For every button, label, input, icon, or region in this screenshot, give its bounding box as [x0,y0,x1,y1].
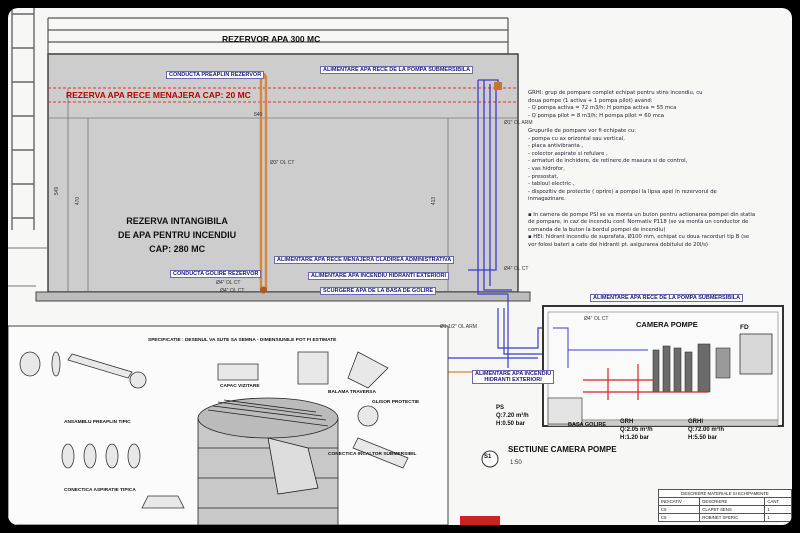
section-marker-label: S1 [484,454,492,460]
detail-glisor: GLISOR PROTECTIE [372,400,420,405]
note-line: - placa antivibranta , [528,143,584,150]
title-block-strip [460,516,500,525]
dim-h4: 470 [75,196,82,206]
note-line: - dispozitiv de protectie ( oprire) a po… [528,188,717,195]
note-line: GRHI: grup de pompare complet echipat pe… [528,90,703,96]
callout-hydrants-ext: ALIMENTARE APA INCENDIU HIDRANTI EXTERIO… [472,370,555,384]
pump-grhi: GRHI Q:72.00 m³/h H:5.50 bar [688,418,724,442]
table-cell: CLAPET SENS [699,505,766,514]
note-line: Grupurile de pompare vor fi echipate cu: [528,127,637,134]
drawing-svg [8,8,784,525]
note-line: - colector aspirate si refulare , [528,150,608,157]
materials-table: DESCRIERE MATERIALE SI ECHIPAMENTE INDIC… [657,489,792,522]
dim-d4: Ø4" OL CT [220,288,245,294]
pump-head-icon [494,82,502,90]
detail-preaplin: ANSAMBLU PREAPLIN TIPIC [64,420,131,425]
fire-reserve-label: REZERVA INTANGIBILA DE APA PENTRU INCEND… [118,214,236,256]
detail-aspirare: CONECTICA ASPIRATIE TIPICA [64,488,136,493]
callout-overflow-pipe: CONDUCTA PREAPLIN REZERVOR [166,71,265,79]
foundation-slab [35,291,531,302]
drawing-stage: REZERVOR APA 300 MC REZERVA APA RECE MEN… [0,0,800,533]
fire-reserve-line-3: CAP: 280 MC [149,244,206,254]
table-header: DESCRIERE MATERIALE SI ECHIPAMENTE [658,489,792,498]
callout-admin-building: ALIMENTARE APA RECE MENAJERA CLADIREA AD… [274,256,455,264]
note-line: - pompa cu ax orizontal sau vertical, [528,135,625,142]
grh-flow: Q:2.05 m³/h [620,427,653,433]
note-line: ▪ HEI: hidrant incendiu de suprafata, Ø1… [528,234,750,241]
specification-notes: GRHI: grup de pompare complet echipat pe… [528,90,755,249]
table-col-descriere: DESCRIERE [699,497,766,506]
pump-ps: PS Q:7.20 m³/h H:0.50 bar [496,404,529,428]
tank-illustration [197,397,339,525]
drain-basin [547,397,583,425]
ps-head: H:0.50 bar [496,421,526,427]
ps-name: PS [496,405,505,411]
callout-drain-pipe: CONDUCTA GOLIRE REZERVOR [170,270,262,278]
note-line: - vas hidrofor, [528,165,565,172]
detail-capac: CAPAC VIZITARE [220,384,260,389]
dim-d2: Ø3" OL CT [270,160,295,166]
dim-d6: Ø1 1/2" OL ARM [440,324,477,330]
callout-fire-hydrants: ALIMENTARE APA INCENDIU HIDRANTI EXTERIO… [308,272,450,280]
callout-drain-basin: SCURGERE APA DE LA BASA DE GOLIRE [320,287,437,295]
note-line: de pompare, in caz de incendiu conf. Nor… [528,219,749,226]
note-line: doua pompe (1 activa + 1 pompa pilot) av… [528,97,653,104]
hydrants-ext-line-2: HIDRANTI EXTERIORI [484,377,542,383]
note-line [528,120,755,128]
table-cell: ROBINET SFERIC [699,513,766,522]
section-title: SECTIUNE CAMERA POMPE [508,445,617,454]
grhi-head: H:5.50 bar [688,435,718,441]
table-cell: 1 [764,513,792,522]
note-line: vor folosi bateri a cate doi hidranti pt… [528,241,708,248]
callout-cold-water-submersible-2: ALIMENTARE APA RECE DE LA POMPA SUBMERSI… [590,294,744,302]
control-panel [739,333,773,375]
note-line: ▪ In camera de pompe PSI se va monta un … [528,211,756,218]
grh-name: GRH [620,419,634,425]
access-ladder [11,8,35,230]
dim-d3: Ø4" OL CT [216,280,241,286]
dim-h3: 549 [54,186,61,196]
fd-label: FD [740,324,749,331]
dim-d5: Ø4" OL CT [504,266,529,272]
note-line: - presostat, [528,173,559,180]
table-cell: C5 [657,505,701,514]
grhi-name: GRHI [688,419,703,425]
grhi-flow: Q:72.00 m³/h [688,427,725,433]
ps-flow: Q:7.20 m³/h [496,413,529,419]
fire-reserve-line-1: REZERVA INTANGIBILA [126,216,228,226]
table-col-cant: CANT [764,497,792,506]
note-line: inmagazinare. [528,196,566,203]
table-row: C5 CLAPET SENS 1 [657,505,792,514]
note-line: - tabloul electric , [528,181,575,188]
table-cell: 1 [764,505,792,514]
note-line: - Q pompa activa = 72 m3/h; H pompa acti… [528,105,677,112]
drain-basin-label: BASA GOLIRE [568,422,606,428]
note-line: - armaturi de inchidere, de retinere,de … [528,158,688,165]
detail-title: SPECIFICATIE : DESENUL VA SUTE SA SEMNA … [148,338,337,343]
detail-submersibil: CONECTICA INCALTOR SUBMERSIBIL [328,452,417,457]
section-scale: 1:50 [510,460,522,466]
dim-d7: Ø4" OL CT [584,316,609,322]
drain-pipe-fitting [260,286,267,294]
table-cell: C5 [657,513,701,522]
note-line [528,204,755,212]
fire-reserve-line-2: DE APA PENTRU INCENDIU [118,230,237,240]
cold-water-reserve-label: REZERVA APA RECE MENAJERA CAP: 20 MC [66,90,251,100]
grh-head: H:1.20 bar [620,435,650,441]
pump-room-title: CAMERA POMPE [636,320,698,329]
note-line: - Q pompa pilot = 8 m3/h; H pompa pilot … [528,112,665,119]
table-row: C5 ROBINET SFERIC 1 [657,513,792,522]
reservoir-title: REZERVOR APA 300 MC [222,34,321,44]
dim-h2: 413 [431,196,438,206]
drawing-sheet: REZERVOR APA 300 MC REZERVA APA RECE MEN… [8,8,792,525]
dim-h1: 840 [254,112,263,118]
callout-cold-water-submersible: ALIMENTARE APA RECE DE LA POMPA SUBMERSI… [320,66,474,74]
detail-balama: BALAMA TRAVERSA [328,390,376,395]
pump-grh: GRH Q:2.05 m³/h H:1.20 bar [620,418,653,442]
table-col-indicativ: INDICATIV [657,497,701,506]
